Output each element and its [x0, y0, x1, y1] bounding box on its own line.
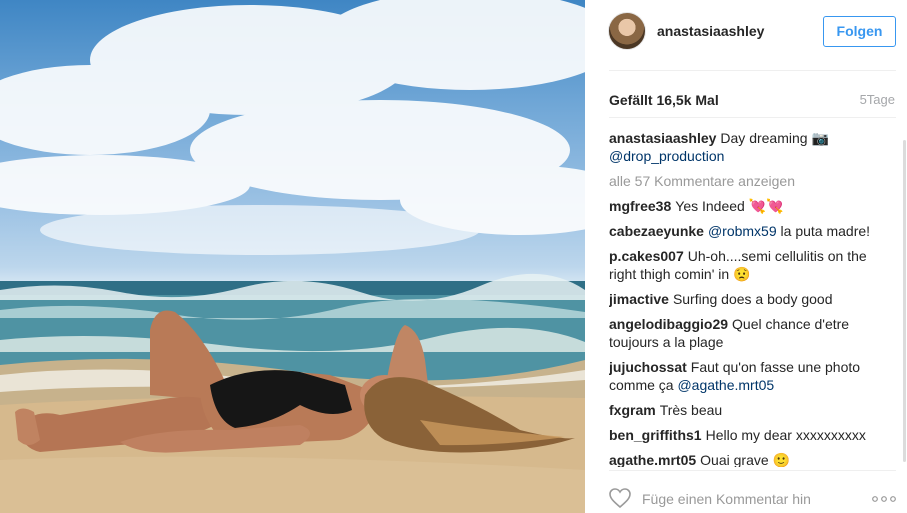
comment-username[interactable]: fxgram: [609, 402, 656, 418]
profile-avatar[interactable]: [608, 12, 646, 50]
comment-item: angelodibaggio29 Quel chance d'etre toujo…: [609, 315, 889, 351]
comment-username[interactable]: angelodibaggio29: [609, 316, 728, 332]
comment-username[interactable]: jujuchossat: [609, 359, 687, 375]
comment-username[interactable]: mgfree38: [609, 198, 671, 214]
comment-username[interactable]: p.cakes007: [609, 248, 684, 264]
comment-username[interactable]: ben_griffiths1: [609, 427, 702, 443]
comment-item: p.cakes007 Uh-oh....semi cellulitis on th…: [609, 247, 889, 283]
post-time[interactable]: 5Tage: [860, 92, 895, 107]
three-dots-icon[interactable]: [871, 494, 897, 504]
caption-username[interactable]: anastasiaashley: [609, 130, 716, 146]
footer-divider: [609, 470, 896, 471]
likes-count[interactable]: Gefällt 16,5k Mal: [609, 92, 719, 108]
caption: anastasiaashley Day dreaming 📷 @drop_prod…: [609, 129, 889, 165]
comment-bar: [585, 472, 907, 513]
post-sidebar: anastasiaashley Folgen Gefällt 16,5k Mal…: [585, 0, 907, 513]
comment-item: cabezaeyunke @robmx59 la puta madre!: [609, 222, 889, 240]
comment-text: la puta madre!: [780, 223, 871, 239]
comment-text: Ouai grave 🙂: [700, 452, 790, 467]
comment-mention[interactable]: @robmx59: [708, 223, 777, 239]
beach-photo-illustration: [0, 0, 585, 513]
comment-username[interactable]: cabezaeyunke: [609, 223, 704, 239]
comment-item: ben_griffiths1 Hello my dear xxxxxxxxxx: [609, 426, 889, 444]
comments-scrollbar[interactable]: [903, 140, 906, 462]
comment-item: jujuchossat Faut qu'on fasse une photo co…: [609, 358, 889, 394]
add-comment-input[interactable]: [642, 488, 862, 510]
caption-mention[interactable]: @drop_production: [609, 148, 724, 164]
comments-list: anastasiaashley Day dreaming 📷 @drop_prod…: [609, 129, 889, 467]
comment-item: agathe.mrt05 Ouai grave 🙂: [609, 451, 889, 467]
comment-item: mgfree38 Yes Indeed 💘💘: [609, 197, 889, 215]
comment-item: jimactive Surfing does a body good: [609, 290, 889, 308]
comment-mention[interactable]: @agathe.mrt05: [677, 377, 774, 393]
view-all-comments-link[interactable]: alle 57 Kommentare anzeigen: [609, 172, 889, 190]
post-photo[interactable]: [0, 0, 585, 513]
header-divider: [609, 70, 896, 71]
caption-text: Day dreaming 📷: [720, 130, 829, 146]
follow-button[interactable]: Folgen: [823, 16, 896, 47]
heart-outline-icon[interactable]: [608, 487, 632, 509]
clouds: [0, 0, 585, 255]
comment-text: Très beau: [659, 402, 723, 418]
comment-text: Yes Indeed 💘💘: [675, 198, 784, 214]
comment-item: fxgram Très beau: [609, 401, 889, 419]
post-header: anastasiaashley Folgen: [585, 0, 907, 70]
comment-text: Surfing does a body good: [672, 291, 833, 307]
likes-divider: [609, 117, 896, 118]
post-username[interactable]: anastasiaashley: [657, 23, 764, 39]
comment-username[interactable]: jimactive: [609, 291, 669, 307]
comment-text: Hello my dear xxxxxxxxxx: [705, 427, 866, 443]
comment-username[interactable]: agathe.mrt05: [609, 452, 696, 467]
